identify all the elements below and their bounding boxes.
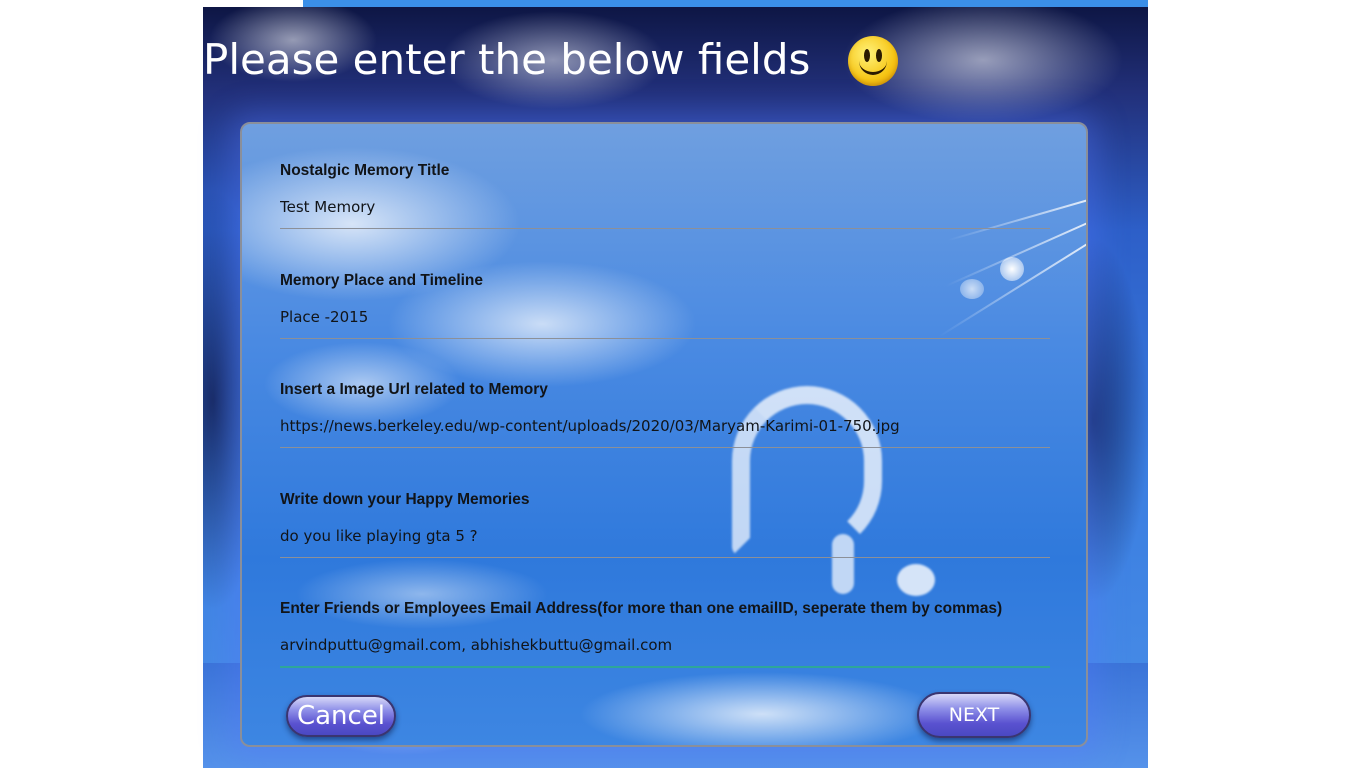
memory-title-label: Nostalgic Memory Title: [280, 162, 450, 179]
page: Please enter the below fields Nostalgic …: [0, 0, 1366, 768]
smiley-face-icon: [848, 36, 898, 86]
top-progress-bar: [203, 0, 1148, 7]
next-button[interactable]: NEXT: [917, 692, 1031, 738]
cancel-button[interactable]: Cancel: [286, 695, 396, 737]
friends-email-input[interactable]: [280, 632, 1050, 658]
place-timeline-label: Memory Place and Timeline: [280, 272, 484, 289]
friends-email-label: Enter Friends or Employees Email Address…: [280, 600, 1003, 617]
field-underline: [280, 557, 1050, 558]
place-timeline-field: Memory Place and Timeline: [280, 234, 1050, 340]
memory-form: Nostalgic Memory Title Memory Place and …: [240, 122, 1088, 747]
memory-title-field: Nostalgic Memory Title: [280, 124, 1050, 230]
memory-title-input[interactable]: [280, 194, 1050, 220]
image-url-input[interactable]: [280, 413, 1050, 439]
image-url-label: Insert a Image Url related to Memory: [280, 381, 548, 398]
field-underline: [280, 447, 1050, 448]
page-title: Please enter the below fields: [203, 35, 811, 84]
friends-email-field: Enter Friends or Employees Email Address…: [280, 562, 1050, 668]
top-tab-indicator: [203, 0, 303, 7]
image-url-field: Insert a Image Url related to Memory: [280, 343, 1050, 449]
happy-memories-field: Write down your Happy Memories: [280, 453, 1050, 559]
field-underline: [280, 338, 1050, 339]
field-underline-focused: [280, 666, 1050, 668]
happy-memories-label: Write down your Happy Memories: [280, 491, 530, 508]
field-underline: [280, 228, 1050, 229]
place-timeline-input[interactable]: [280, 304, 1050, 330]
happy-memories-input[interactable]: [280, 523, 1050, 549]
